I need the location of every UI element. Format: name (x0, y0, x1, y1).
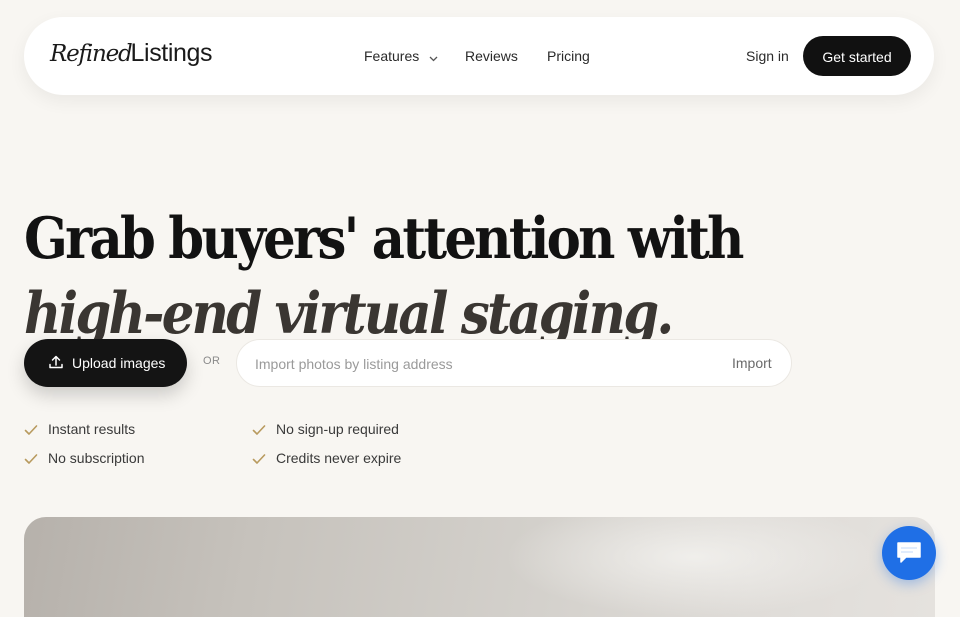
check-icon (252, 422, 266, 440)
import-button[interactable]: Import (732, 353, 772, 373)
nav-features-label: Features (364, 48, 420, 64)
feature-item: No sign-up required (252, 420, 399, 438)
check-icon (24, 451, 38, 469)
feature-label: No sign-up required (276, 421, 399, 437)
brand-logo[interactable]: RefinedListings (50, 39, 213, 73)
listing-address-input[interactable] (253, 353, 697, 375)
sign-in-link[interactable]: Sign in (746, 46, 789, 66)
chevron-down-icon (429, 47, 438, 67)
check-icon (24, 422, 38, 440)
or-separator: OR (203, 355, 221, 367)
brand-logo-word: Listings (130, 39, 213, 67)
upload-images-button[interactable]: Upload images (24, 339, 187, 387)
feature-item: No subscription (24, 449, 145, 467)
top-navbar: RefinedListings Features Reviews Pricing… (24, 17, 934, 95)
preview-light-glow (504, 517, 884, 617)
chat-widget-button[interactable] (882, 526, 936, 580)
check-icon (252, 451, 266, 469)
upload-images-label: Upload images (72, 355, 166, 371)
get-started-button[interactable]: Get started (803, 36, 911, 76)
staged-room-preview-image (24, 517, 935, 617)
upload-icon (48, 354, 64, 373)
nav-reviews-link[interactable]: Reviews (465, 46, 518, 66)
feature-label: No subscription (48, 450, 145, 466)
nav-features-menu[interactable]: Features (364, 46, 438, 67)
import-address-bar: Import (236, 339, 792, 387)
feature-item: Credits never expire (252, 449, 401, 467)
hero-headline: Grab buyers' attention with (24, 205, 744, 273)
nav-pricing-link[interactable]: Pricing (547, 46, 590, 66)
feature-label: Instant results (48, 421, 136, 437)
feature-item: Instant results (24, 420, 135, 438)
feature-label: Credits never expire (276, 450, 402, 466)
brand-logo-script: Refined (50, 41, 133, 67)
